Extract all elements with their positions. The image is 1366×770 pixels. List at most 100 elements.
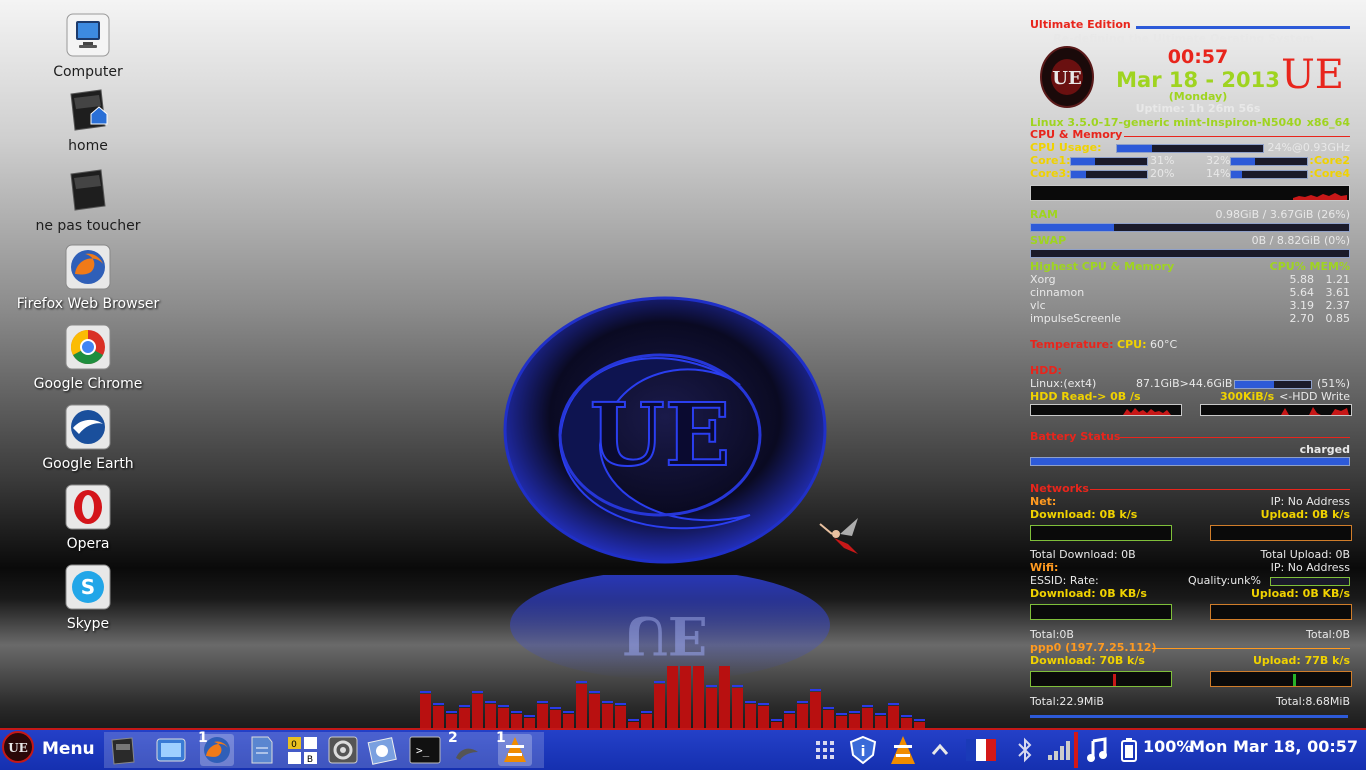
reflection-text: UE [623,604,708,665]
menu-button[interactable]: UE Menu [2,731,98,767]
visualizer-peak [459,705,470,707]
desktop-icon-firefox[interactable]: Firefox Web Browser [10,244,166,312]
hdd-read-graph [1030,404,1182,416]
visualizer-bar [420,694,431,728]
core2-bar [1230,157,1308,166]
visualizer-peak [628,719,639,721]
hdd-write-label: <-HDD Write [1279,390,1350,403]
visualizer-peak [875,713,886,715]
hdd-size: 87.1GiB>44.6GiB [1136,377,1233,390]
swap-value: 0B / 8.82GiB (0%) [1251,234,1350,247]
battery-bar [1030,457,1350,466]
desktop-icon-ne-pas-toucher[interactable]: ne pas toucher [10,166,166,234]
terminal-launcher[interactable]: >_ [408,734,442,766]
taskbar-clock[interactable]: Mon Mar 18, 00:57 [1189,737,1358,756]
visualizer-peak [498,705,509,707]
svg-text:>_: >_ [416,744,430,757]
desktop-icon-computer[interactable]: Computer [10,12,166,80]
visualizer-bar [550,710,561,728]
visualizer-bar [485,704,496,728]
folder-icon [65,166,111,212]
visualizer-bar [563,714,574,728]
ppp-upload-graph [1210,671,1352,687]
settings-launcher[interactable] [326,734,360,766]
visualizer-peak [602,701,613,703]
visualizer-bar [888,706,899,728]
bluetooth-icon[interactable] [1016,732,1034,768]
core3-value: 20% [1150,167,1175,180]
package-manager-launcher[interactable] [366,734,400,766]
wifi-quality-bar [1270,577,1350,586]
tray-grid-icon[interactable] [814,732,836,768]
visualizer-bar [862,708,873,728]
svg-text:i: i [861,744,866,760]
desktop-icon-home[interactable]: home [10,86,166,154]
desktop-icon-label: home [68,138,108,154]
file-manager-launcher[interactable] [106,734,140,766]
battery-icon[interactable] [1118,732,1140,768]
desktop-icon-label: Opera [66,536,110,552]
french-flag-icon[interactable] [966,732,996,768]
battery-header: Battery Status [1030,430,1121,443]
logo-text: UE [590,385,731,486]
process-row: cinnamon 5.64 3.61 [1030,286,1350,299]
visualizer-peak [524,715,535,717]
process-cpu: 5.64 [1289,286,1315,299]
networks-separator [1090,489,1350,490]
visualizer-bar [823,710,834,728]
music-note-icon[interactable] [1086,732,1108,768]
core4-value: 14% [1206,167,1231,180]
hdd-io-row: HDD Read-> 0B /s 300KiB/s <-HDD Write [1030,390,1350,403]
desktop-icon-chrome[interactable]: Google Chrome [10,324,166,392]
home-folder-icon [65,86,111,132]
text-editor-launcher[interactable] [244,734,278,766]
menu-logo-icon: UE [2,731,34,767]
visualizer-bar [875,716,886,728]
conky-time: 00:57 [1167,46,1229,68]
visualizer-bar [511,714,522,728]
process-mem: 2.37 [1325,299,1351,312]
chrome-icon [65,324,111,370]
conky-title: Ultimate Edition [1030,18,1131,31]
swap-label: SWAP [1030,234,1067,247]
image-viewer-launcher[interactable] [154,734,188,766]
temp-cpu-value: 60°C [1150,338,1178,351]
hdd-read-label: HDD Read-> 0B /s [1030,390,1141,403]
firefox-task[interactable] [200,734,234,766]
visualizer-bar [459,708,470,728]
google-earth-icon [65,404,111,450]
net-download-graph [1030,525,1172,541]
wifi-download: Download: 0B KB/s [1030,587,1147,600]
visualizer-bar [433,706,444,728]
visualizer-bar [576,684,587,728]
desktop-icon-skype[interactable]: S Skype [10,564,166,632]
visualizer-peak [472,691,483,693]
process-cpu: 2.70 [1289,312,1315,325]
wifi-upload-graph [1210,604,1352,620]
process-name: vlc [1030,299,1046,312]
conky-ue-mark: UE [1281,52,1344,98]
screensaver-task[interactable] [450,734,484,766]
desktop-icon-google-earth[interactable]: Google Earth [10,404,166,472]
wifi-total-left: Total:0B [1030,628,1074,641]
process-row: impulseScreenle 2.70 0.85 [1030,312,1350,325]
visualizer-bar [680,666,691,728]
shield-icon[interactable]: i [848,732,878,768]
cpu-mem-header-row: CPU & Memory [1030,128,1350,141]
workspace-switcher[interactable]: 0B [286,734,320,766]
process-row: Xorg 5.88 1.21 [1030,273,1350,286]
vlc-tray-icon[interactable] [888,732,918,768]
network-signal-icon[interactable] [1046,732,1072,768]
core4-bar [1230,170,1308,179]
cpu-usage-value: 24%@0.93GHz [1267,141,1350,154]
process-mem: 3.61 [1325,286,1351,299]
visualizer-peak [433,703,444,705]
chevron-up-icon[interactable] [930,732,950,768]
conky-subtitle: Re-defining the Ultimate Oerating System… [1053,32,1327,45]
vlc-task[interactable] [498,734,532,766]
computer-icon [65,12,111,58]
desktop-icon-opera[interactable]: Opera [10,484,166,552]
visualizer-peak [862,705,873,707]
visualizer-peak [888,703,899,705]
opera-icon [65,484,111,530]
